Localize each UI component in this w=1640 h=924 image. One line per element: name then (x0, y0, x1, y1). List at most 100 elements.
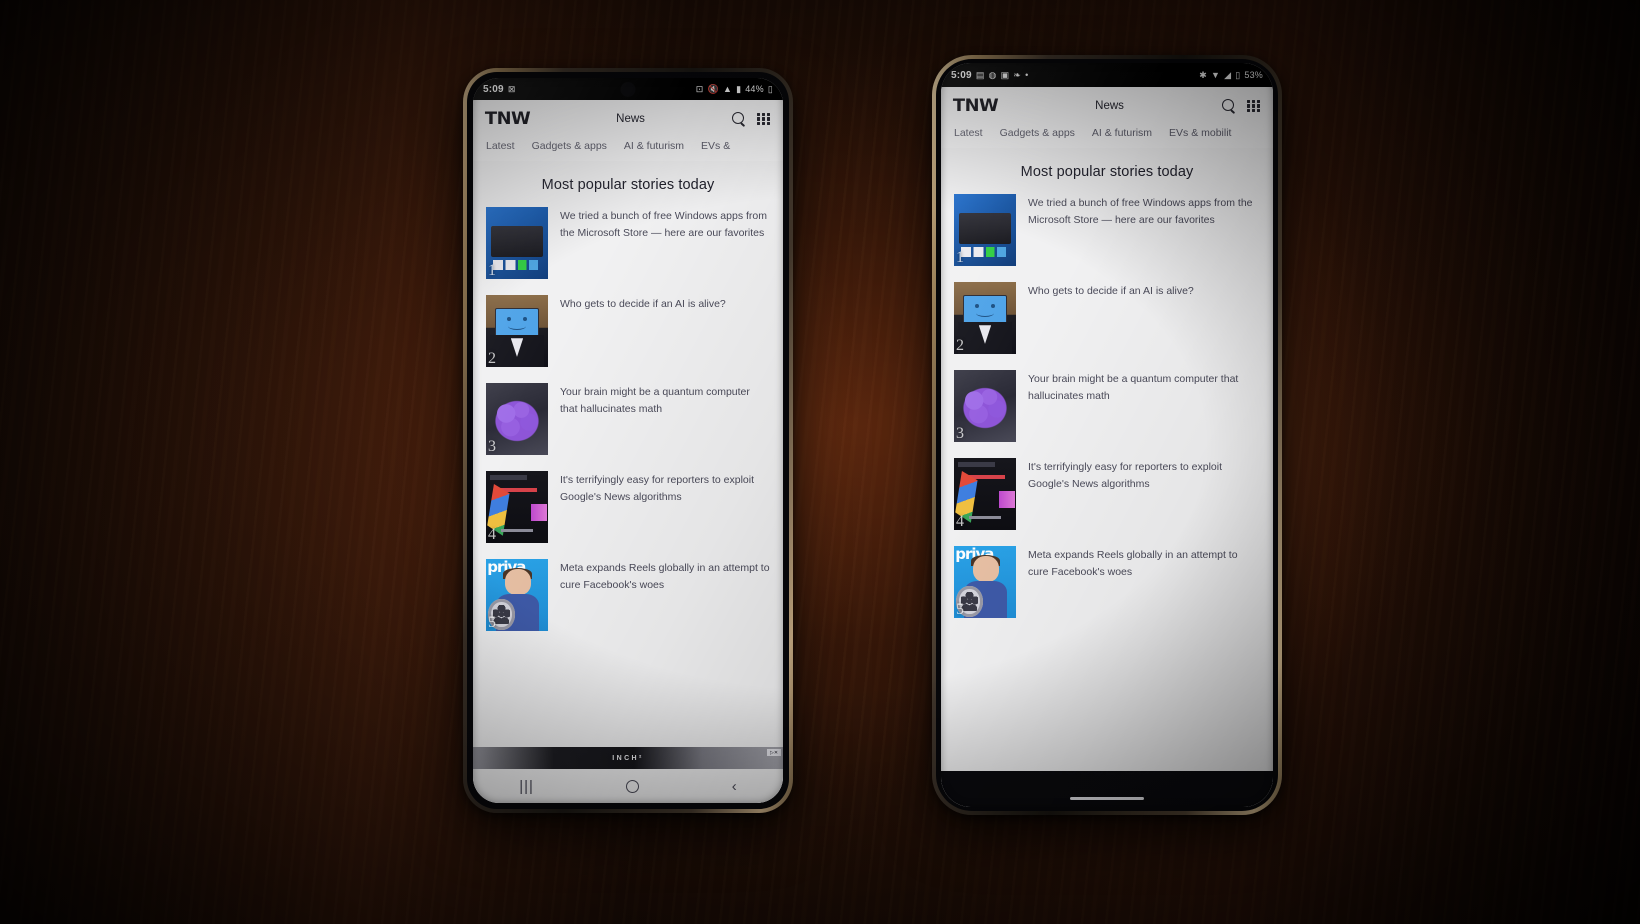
story-rank: 2 (956, 337, 964, 354)
app-bar-left: TNW News (473, 100, 783, 136)
phone-right[interactable]: 5:09 ▤ ◍ ▣ ❧ • ✱ ▼ ◢ ▯ 53% TNW News Late… (932, 55, 1282, 815)
status-bar-right: 5:09 ▤ ◍ ▣ ❧ • ✱ ▼ ◢ ▯ 53% (941, 63, 1273, 87)
ad-banner-left[interactable]: INCH² ▷✕ (473, 747, 783, 769)
mail-icon: ▣ (1000, 69, 1010, 80)
story-rank: 3 (956, 425, 964, 442)
search-icon[interactable] (1222, 99, 1236, 113)
story-thumbnail[interactable]: 2 (486, 295, 548, 367)
signal-icon: ▮ (736, 83, 742, 94)
tab-latest[interactable]: Latest (954, 127, 983, 139)
grid-menu-icon[interactable] (1247, 99, 1260, 113)
dot-icon: • (1025, 69, 1029, 80)
story-title[interactable]: We tried a bunch of free Windows apps fr… (1028, 194, 1260, 266)
recents-icon[interactable]: ||| (519, 778, 534, 795)
battery-icon: ▯ (767, 83, 773, 94)
page-title: News (1095, 100, 1124, 112)
signal-icon: ◢ (1224, 69, 1232, 80)
story-title[interactable]: We tried a bunch of free Windows apps fr… (560, 207, 770, 279)
story-title[interactable]: It's terrifyingly easy for reporters to … (560, 471, 770, 543)
story-thumbnail[interactable]: priva 5 (954, 546, 1016, 618)
nfc-icon: ⊡ (695, 83, 704, 94)
story-thumbnail[interactable]: 3 (486, 383, 548, 455)
app-icon: ❧ (1013, 69, 1022, 80)
story-item[interactable]: 3 Your brain might be a quantum computer… (954, 370, 1260, 458)
ad-text: INCH² (612, 754, 644, 762)
phone-left-screen[interactable]: 5:09 ⊠ ⊡ 🔇 ▲ ▮ 44% ▯ TNW News Latest Gad… (473, 78, 783, 803)
camera-punch-hole (620, 81, 636, 97)
tab-gadgets-apps[interactable]: Gadgets & apps (1000, 127, 1075, 139)
story-rank: 5 (488, 614, 496, 631)
story-item[interactable]: 2 Who gets to decide if an AI is alive? (486, 295, 770, 383)
status-bar-left-group: 5:09 ▤ ◍ ▣ ❧ • (951, 70, 1028, 81)
story-thumbnail[interactable]: 2 (954, 282, 1016, 354)
story-title[interactable]: It's terrifyingly easy for reporters to … (1028, 458, 1260, 530)
gesture-navigation-bar[interactable] (1070, 797, 1144, 800)
wifi-icon: ▼ (1210, 69, 1221, 80)
section-title: Most popular stories today (1020, 164, 1194, 180)
mute-icon: ⊠ (507, 83, 516, 94)
story-title[interactable]: Meta expands Reels globally in an attemp… (560, 559, 770, 631)
wifi-icon: ▲ (722, 83, 733, 94)
back-icon[interactable]: ‹ (732, 778, 737, 795)
story-title[interactable]: Your brain might be a quantum computer t… (1028, 370, 1260, 442)
phone-left[interactable]: 5:09 ⊠ ⊡ 🔇 ▲ ▮ 44% ▯ TNW News Latest Gad… (463, 68, 793, 813)
tnw-logo[interactable]: TNW (485, 109, 531, 129)
battery-percent: 44% (745, 83, 764, 94)
grid-menu-icon[interactable] (757, 112, 770, 126)
ad-choices-icon[interactable]: ▷✕ (767, 749, 781, 756)
navigation-bar-left[interactable]: ||| ‹ (473, 769, 783, 803)
app-bar-icons (1222, 99, 1260, 113)
story-thumbnail[interactable]: 1 (486, 207, 548, 279)
status-bar-right-group: ✱ ▼ ◢ ▯ 53% (1199, 69, 1263, 80)
news-icon: ▤ (975, 69, 985, 80)
ad-text: CHOOSE GOAL (941, 771, 1273, 780)
battery-percent: 53% (1244, 69, 1263, 80)
app-bar-icons (732, 112, 770, 126)
story-title[interactable]: Meta expands Reels globally in an attemp… (1028, 546, 1260, 618)
search-icon[interactable] (732, 112, 746, 126)
story-rank: 4 (956, 513, 964, 530)
story-item[interactable]: 1 We tried a bunch of free Windows apps … (486, 207, 770, 295)
story-item[interactable]: 4 It's terrifyingly easy for reporters t… (486, 471, 770, 559)
ad-banner-right[interactable]: CHOOSE GOAL (941, 771, 1273, 807)
story-thumbnail[interactable]: 4 (954, 458, 1016, 530)
story-title[interactable]: Who gets to decide if an AI is alive? (1028, 282, 1194, 354)
story-rank: 2 (488, 350, 496, 367)
whatsapp-icon: ◍ (988, 69, 997, 80)
story-item[interactable]: 3 Your brain might be a quantum computer… (486, 383, 770, 471)
story-thumbnail[interactable]: 1 (954, 194, 1016, 266)
story-thumbnail[interactable]: 4 (486, 471, 548, 543)
tab-ai-futurism[interactable]: AI & futurism (624, 140, 684, 152)
story-item[interactable]: priva 5 Meta expands Reels globally in a… (954, 546, 1260, 634)
story-item[interactable]: 4 It's terrifyingly easy for reporters t… (954, 458, 1260, 546)
story-item[interactable]: priva 5 Meta expands Reels globally in a… (486, 559, 770, 647)
scene-background: 5:09 ⊠ ⊡ 🔇 ▲ ▮ 44% ▯ TNW News Latest Gad… (0, 0, 1640, 924)
story-rank: 5 (956, 601, 964, 618)
story-list-left[interactable]: Most popular stories today 1 We tried a … (473, 161, 783, 803)
story-item[interactable]: 1 We tried a bunch of free Windows apps … (954, 194, 1260, 282)
story-rank: 1 (488, 262, 496, 279)
tnw-logo[interactable]: TNW (953, 96, 999, 116)
bluetooth-icon: ✱ (1199, 69, 1207, 80)
story-title[interactable]: Who gets to decide if an AI is alive? (560, 295, 726, 367)
page-title: News (616, 113, 645, 125)
status-bar-right-group: ⊡ 🔇 ▲ ▮ 44% ▯ (695, 83, 773, 94)
tab-ai-futurism[interactable]: AI & futurism (1092, 127, 1152, 139)
tab-latest[interactable]: Latest (486, 140, 515, 152)
tab-strip-right[interactable]: Latest Gadgets & apps AI & futurism EVs … (941, 123, 1273, 148)
story-list-right[interactable]: Most popular stories today 1 We tried a … (941, 148, 1273, 807)
app-bar-right: TNW News (941, 87, 1273, 123)
story-title[interactable]: Your brain might be a quantum computer t… (560, 383, 770, 455)
wood-grain-texture (0, 0, 1640, 924)
story-item[interactable]: 2 Who gets to decide if an AI is alive? (954, 282, 1260, 370)
tab-gadgets-apps[interactable]: Gadgets & apps (532, 140, 607, 152)
story-thumbnail[interactable]: priva 5 (486, 559, 548, 631)
tab-strip-left[interactable]: Latest Gadgets & apps AI & futurism EVs … (473, 136, 783, 161)
home-icon[interactable] (626, 779, 640, 793)
phone-right-screen[interactable]: 5:09 ▤ ◍ ▣ ❧ • ✱ ▼ ◢ ▯ 53% TNW News Late… (941, 63, 1273, 807)
status-bar-left: 5:09 ⊠ ⊡ 🔇 ▲ ▮ 44% ▯ (473, 78, 783, 100)
tab-evs-mobility[interactable]: EVs & (701, 140, 730, 152)
tab-evs-mobility[interactable]: EVs & mobilit (1169, 127, 1231, 139)
story-rank: 1 (956, 249, 964, 266)
story-thumbnail[interactable]: 3 (954, 370, 1016, 442)
